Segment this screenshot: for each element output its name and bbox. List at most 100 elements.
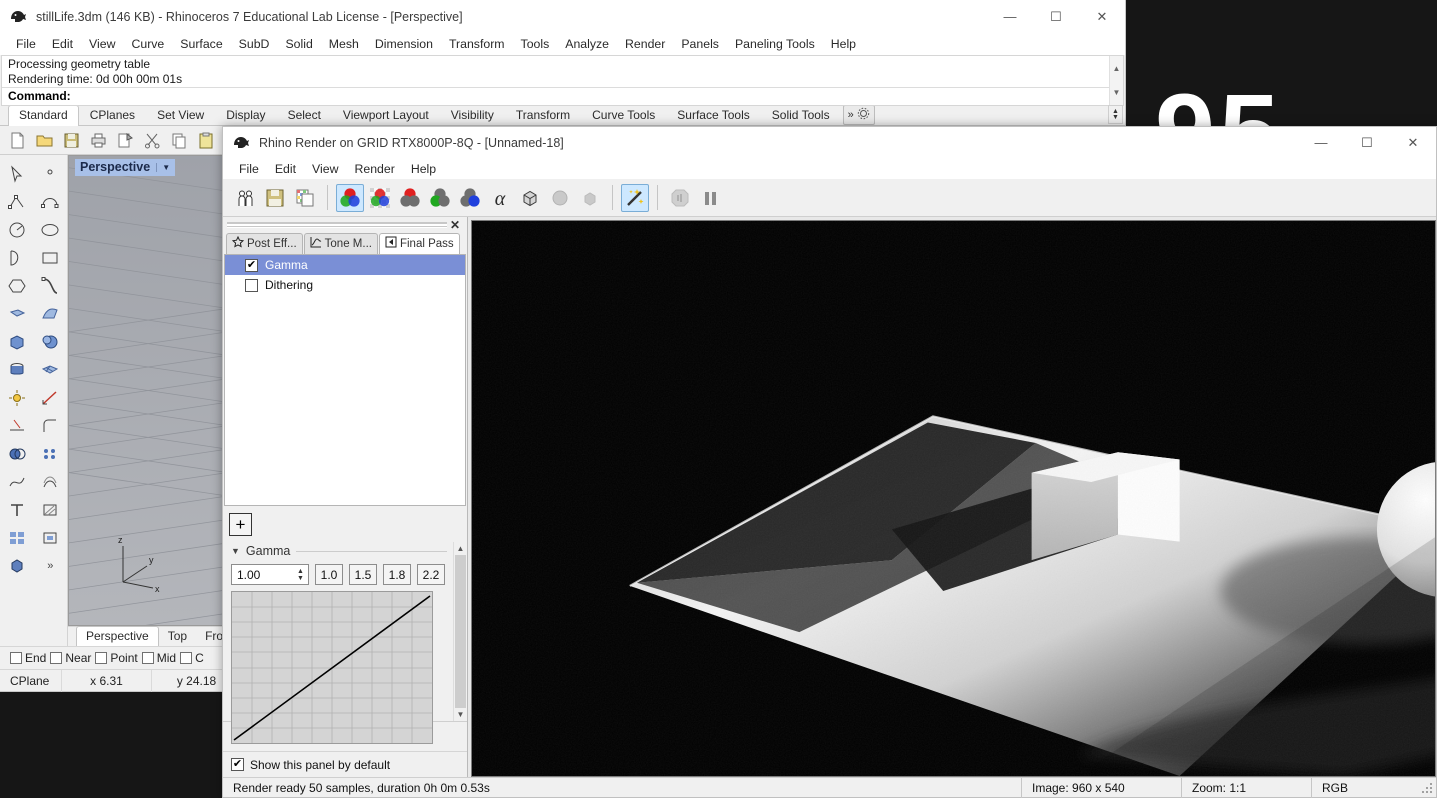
menu-transform[interactable]: Transform [441,35,513,53]
toolbar-tabs-overflow[interactable]: » [842,105,875,125]
gamma-preset-2-2[interactable]: 2.2 [417,564,445,585]
gamma-preset-1-5[interactable]: 1.5 [349,564,377,585]
render-menu-view[interactable]: View [304,160,346,178]
circle-icon[interactable] [3,217,31,243]
status-cplane[interactable]: CPlane [0,669,62,692]
select-arrow-icon[interactable] [3,161,31,187]
copy-icon[interactable] [166,128,193,153]
viewport-tab-perspective[interactable]: Perspective [76,626,159,646]
text-icon[interactable] [3,497,31,523]
trim-icon[interactable] [3,413,31,439]
menu-surface[interactable]: Surface [172,35,230,53]
viewport-tab-top[interactable]: Top [159,627,196,646]
maximize-button[interactable]: ☐ [1344,126,1390,159]
clone-view-icon[interactable] [231,184,259,212]
menu-view[interactable]: View [81,35,123,53]
close-icon[interactable]: ✕ [447,218,463,232]
red-channel-icon[interactable] [396,184,424,212]
green-channel-icon[interactable] [426,184,454,212]
effect-row-gamma[interactable]: ✔ Gamma [225,255,465,275]
ellipse-icon[interactable] [36,217,64,243]
menu-panels[interactable]: Panels [673,35,727,53]
alpha-channel-icon[interactable]: α [486,184,514,212]
osnap-near-checkbox[interactable] [50,652,63,664]
surface-curve-icon[interactable] [36,301,64,327]
new-file-icon[interactable] [4,128,31,153]
curve-icon[interactable] [36,189,64,215]
show-panel-default-checkbox[interactable]: ✔ [231,758,244,771]
osnap-mid-checkbox[interactable] [141,652,154,664]
gamma-section-header[interactable]: ▼ Gamma [231,542,447,564]
post-effects-icon[interactable] [621,183,649,212]
scroll-up-icon[interactable]: ▲ [1110,56,1123,81]
effect-row-dithering[interactable]: Dithering [225,275,465,295]
hatch-icon[interactable] [36,497,64,523]
menu-file[interactable]: File [8,35,44,53]
tab-solid-tools[interactable]: Solid Tools [761,105,841,125]
gamma-stepper[interactable]: ▲ ▼ [294,566,307,583]
osnap-mid[interactable]: Mid [141,651,176,665]
save-icon[interactable] [58,128,85,153]
osnap-cen[interactable]: C [180,651,204,665]
osnap-near[interactable]: Near [50,651,91,665]
command-resize-spinner[interactable]: ▲ ▼ [1108,105,1123,124]
command-prompt[interactable]: Command: [2,88,1123,105]
render-menu-help[interactable]: Help [403,160,444,178]
osnap-end[interactable]: End [10,651,46,665]
fillet-icon[interactable] [36,413,64,439]
mesh-icon[interactable] [36,357,64,383]
menu-edit[interactable]: Edit [44,35,81,53]
minimize-button[interactable]: — [987,0,1033,33]
rgba-channel-icon[interactable] [366,184,394,212]
gamma-preset-1-8[interactable]: 1.8 [383,564,411,585]
blue-channel-icon[interactable] [456,184,484,212]
cylinder-icon[interactable] [3,357,31,383]
paste-icon[interactable] [193,128,220,153]
menu-help[interactable]: Help [823,35,864,53]
menu-mesh[interactable]: Mesh [321,35,367,53]
open-folder-icon[interactable] [31,128,58,153]
arc-icon[interactable] [3,245,31,271]
drag-grip-icon[interactable] [227,221,447,228]
tab-viewport-layout[interactable]: Viewport Layout [332,105,440,125]
osnap-point-checkbox[interactable] [95,652,108,664]
osnap-point[interactable]: Point [95,651,138,665]
menu-render[interactable]: Render [617,35,673,53]
lights-icon[interactable] [3,385,31,411]
minimize-button[interactable]: — [1298,126,1344,159]
tab-tone-mapping[interactable]: Tone M... [303,233,378,254]
offset-icon[interactable] [36,469,64,495]
named-view-icon[interactable] [3,553,31,579]
rgb-channel-icon[interactable] [336,183,364,212]
panel-gripbar[interactable]: ✕ [223,217,467,232]
block-icon[interactable] [36,525,64,551]
sphere-icon[interactable] [36,329,64,355]
chevron-down-icon[interactable]: ▼ [156,162,170,172]
osnap-cen-checkbox[interactable] [180,652,193,664]
menu-subd[interactable]: SubD [231,35,278,53]
rendered-image[interactable] [471,220,1436,777]
gamma-curve-chart[interactable] [231,591,433,744]
add-effect-button[interactable]: + [229,512,252,536]
tab-standard[interactable]: Standard [8,105,79,126]
scroll-down-icon[interactable]: ▼ [1110,81,1123,106]
maximize-button[interactable]: ☐ [1033,0,1079,33]
bezier-icon[interactable] [36,273,64,299]
cut-paste-icon[interactable] [112,128,139,153]
tab-set-view[interactable]: Set View [146,105,215,125]
command-scrollbar[interactable]: ▲ ▼ [1109,56,1123,105]
menu-analyze[interactable]: Analyze [557,35,617,53]
layout-icon[interactable] [3,525,31,551]
polygon-icon[interactable] [3,273,31,299]
gamma-section-scrollbar[interactable]: ▲ ▼ [453,542,467,721]
tab-transform[interactable]: Transform [505,105,581,125]
menu-curve[interactable]: Curve [123,35,172,53]
menu-solid[interactable]: Solid [277,35,320,53]
resize-grip-icon[interactable] [1421,781,1433,794]
stepper-down-icon[interactable]: ▼ [297,575,304,582]
scrollbar-thumb[interactable] [455,555,466,708]
normals-channel-icon[interactable] [516,184,544,212]
array-icon[interactable] [36,441,64,467]
polyline-icon[interactable] [3,189,31,215]
tab-curve-tools[interactable]: Curve Tools [581,105,666,125]
